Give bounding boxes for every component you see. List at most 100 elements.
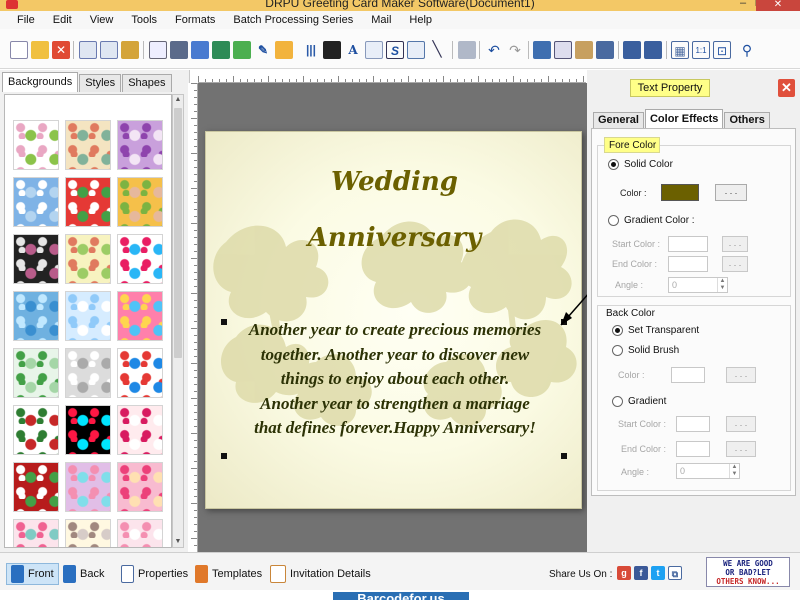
tab-shapes[interactable]: Shapes (122, 74, 172, 92)
background-thumbnail[interactable] (65, 234, 111, 284)
bring-forward-icon[interactable] (623, 41, 641, 59)
copy-icon[interactable] (554, 41, 572, 59)
start-color-browse-button[interactable]: . . . (722, 236, 748, 252)
properties-button[interactable]: Properties (121, 563, 188, 585)
background-thumbnail[interactable] (65, 405, 111, 455)
email-icon[interactable] (407, 41, 425, 59)
database-icon[interactable] (458, 41, 476, 59)
set-transparent-radio[interactable] (612, 325, 623, 336)
twitter-icon[interactable]: t (651, 566, 665, 580)
share-link-icon[interactable]: ⧉ (668, 566, 682, 580)
spinner-arrows-icon[interactable]: ▲ ▼ (717, 278, 727, 292)
back-angle-spinner[interactable]: 0 ▲ ▼ (676, 463, 740, 479)
paste-icon[interactable] (575, 41, 593, 59)
background-thumbnail[interactable] (65, 177, 111, 227)
line-tool-icon[interactable]: ╲ (428, 41, 446, 59)
print-icon[interactable] (170, 41, 188, 59)
menu-file[interactable]: File (8, 14, 44, 26)
spinner-arrows-icon[interactable]: ▲ ▼ (729, 464, 739, 478)
send-backward-icon[interactable] (644, 41, 662, 59)
undo-icon[interactable]: ↶ (485, 41, 503, 59)
fore-color-browse-button[interactable]: . . . (715, 184, 747, 201)
close-document-icon[interactable]: ✕ (52, 41, 70, 59)
save-icon[interactable] (79, 41, 97, 59)
menu-formats[interactable]: Formats (166, 14, 224, 26)
background-thumbnail[interactable] (13, 405, 59, 455)
background-thumbnail[interactable] (117, 519, 163, 547)
shapes-icon[interactable] (275, 41, 293, 59)
background-thumbnail[interactable] (117, 291, 163, 341)
menu-mail[interactable]: Mail (362, 14, 400, 26)
new-document-icon[interactable] (10, 41, 28, 59)
scroll-down-icon[interactable]: ▼ (173, 537, 183, 547)
greeting-card[interactable]: Wedding Anniversary Another year to crea… (205, 131, 582, 509)
back-color-field[interactable] (671, 367, 705, 383)
cut-icon[interactable] (533, 41, 551, 59)
copies-icon[interactable] (191, 41, 209, 59)
menu-tools[interactable]: Tools (122, 14, 166, 26)
background-thumbnail[interactable] (117, 120, 163, 170)
tab-general[interactable]: General (593, 112, 644, 128)
back-end-color-field[interactable] (676, 441, 710, 457)
pencil-icon[interactable]: ✎ (254, 41, 272, 59)
actual-size-icon[interactable]: 1:1 (692, 41, 710, 59)
back-end-browse-button[interactable]: . . . (726, 441, 756, 457)
fit-to-window-icon[interactable]: ⊡ (713, 41, 731, 59)
background-thumbnail[interactable] (117, 348, 163, 398)
angle-spinner[interactable]: 0 ▲ ▼ (668, 277, 728, 293)
menu-help[interactable]: Help (400, 14, 441, 26)
background-thumbnail[interactable] (117, 234, 163, 284)
resize-handle[interactable] (561, 453, 567, 459)
background-thumbnail[interactable] (117, 177, 163, 227)
background-thumbnail[interactable] (65, 519, 111, 547)
export-image-icon[interactable] (121, 41, 139, 59)
image-tool-icon[interactable] (212, 41, 230, 59)
barcode-2d-icon[interactable] (323, 41, 341, 59)
menu-batch-processing[interactable]: Batch Processing Series (224, 14, 362, 26)
design-canvas[interactable]: Wedding Anniversary Another year to crea… (198, 83, 587, 555)
solid-brush-radio[interactable] (612, 345, 623, 356)
delete-icon[interactable] (596, 41, 614, 59)
menu-view[interactable]: View (81, 14, 123, 26)
background-thumbnail[interactable] (13, 120, 59, 170)
zoom-icon[interactable]: ⚲ (738, 41, 756, 59)
background-thumbnail[interactable] (65, 291, 111, 341)
text-tool-icon[interactable]: A (344, 41, 362, 59)
scroll-up-icon[interactable]: ▲ (173, 95, 183, 105)
scrollbar-thumb[interactable] (174, 108, 182, 358)
back-start-color-field[interactable] (676, 416, 710, 432)
tab-backgrounds[interactable]: Backgrounds (2, 72, 79, 92)
resize-handle[interactable] (221, 319, 227, 325)
window-close-button[interactable]: ✕ (756, 0, 800, 11)
fore-color-swatch[interactable] (661, 184, 699, 201)
picture-tool-icon[interactable] (233, 41, 251, 59)
background-thumbnail[interactable] (13, 177, 59, 227)
start-color-field[interactable] (668, 236, 708, 252)
tab-color-effects[interactable]: Color Effects (644, 109, 724, 128)
facebook-icon[interactable]: f (634, 566, 648, 580)
feedback-badge[interactable]: WE ARE GOOD OR BAD?LET OTHERS KNOW... (706, 557, 790, 587)
tab-styles[interactable]: Styles (79, 74, 122, 92)
open-folder-icon[interactable] (31, 41, 49, 59)
front-button[interactable]: Front (6, 563, 59, 585)
menu-edit[interactable]: Edit (44, 14, 81, 26)
templates-button[interactable]: Templates (195, 563, 262, 585)
background-thumbnail[interactable] (13, 462, 59, 512)
background-thumbnail[interactable] (13, 348, 59, 398)
card-heading-line1[interactable]: Wedding (206, 167, 581, 197)
redo-icon[interactable]: ↷ (506, 41, 524, 59)
card-message[interactable]: Another year to create precious memories… (220, 318, 570, 441)
solid-color-radio[interactable] (608, 159, 619, 170)
minimize-button[interactable]: – (735, 0, 751, 9)
background-thumbnail[interactable] (65, 462, 111, 512)
grid-icon[interactable]: ▦ (671, 41, 689, 59)
barcode-icon[interactable]: ||| (302, 41, 320, 59)
end-color-field[interactable] (668, 256, 708, 272)
background-thumbnail[interactable] (65, 348, 111, 398)
resize-handle[interactable] (561, 319, 567, 325)
background-thumbnail[interactable] (65, 120, 111, 170)
text-box-icon[interactable] (365, 41, 383, 59)
background-thumbnail[interactable] (13, 291, 59, 341)
google-plus-icon[interactable]: g (617, 566, 631, 580)
close-panel-icon[interactable]: ✕ (778, 79, 795, 97)
